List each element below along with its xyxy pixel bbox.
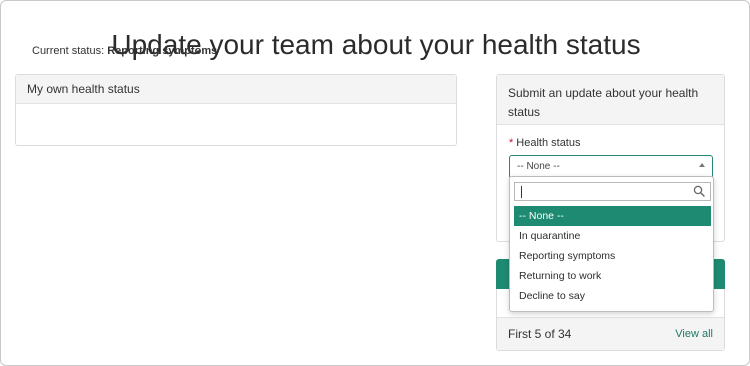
current-status-value: Reporting symptoms bbox=[107, 45, 218, 57]
window-frame: Update your team about your health statu… bbox=[0, 0, 750, 366]
view-all-link[interactable]: View all bbox=[675, 328, 713, 340]
dropdown-options: -- None -- In quarantine Reporting sympt… bbox=[514, 206, 711, 306]
current-status-label: Current status: bbox=[32, 45, 105, 57]
required-mark: * bbox=[509, 137, 514, 149]
dropdown-option[interactable]: Decline to say bbox=[514, 286, 711, 306]
search-icon bbox=[693, 185, 705, 197]
health-status-dropdown: -- None -- In quarantine Reporting sympt… bbox=[509, 176, 714, 312]
own-health-status-panel: My own health status bbox=[15, 74, 457, 146]
lower-card-footer: First 5 of 34 View all bbox=[497, 317, 724, 350]
dropdown-option[interactable]: In quarantine bbox=[514, 226, 711, 246]
dropdown-option[interactable]: -- None -- bbox=[514, 206, 711, 226]
dropdown-option[interactable]: Reporting symptoms bbox=[514, 246, 711, 266]
health-status-label-text: Health status bbox=[516, 137, 581, 149]
dropdown-search-box[interactable] bbox=[514, 182, 711, 201]
health-status-selected-value: -- None -- bbox=[517, 161, 560, 172]
submit-update-header: Submit an update about your health statu… bbox=[497, 75, 724, 125]
dropdown-search-input[interactable] bbox=[525, 183, 685, 200]
current-status: Current status: Reporting symptoms bbox=[32, 45, 217, 57]
dropdown-option[interactable]: Returning to work bbox=[514, 266, 711, 286]
text-cursor bbox=[521, 186, 522, 198]
health-status-label: * Health status bbox=[509, 137, 580, 149]
own-health-status-header: My own health status bbox=[16, 75, 456, 104]
record-count: First 5 of 34 bbox=[508, 327, 572, 341]
caret-up-icon bbox=[699, 163, 705, 167]
